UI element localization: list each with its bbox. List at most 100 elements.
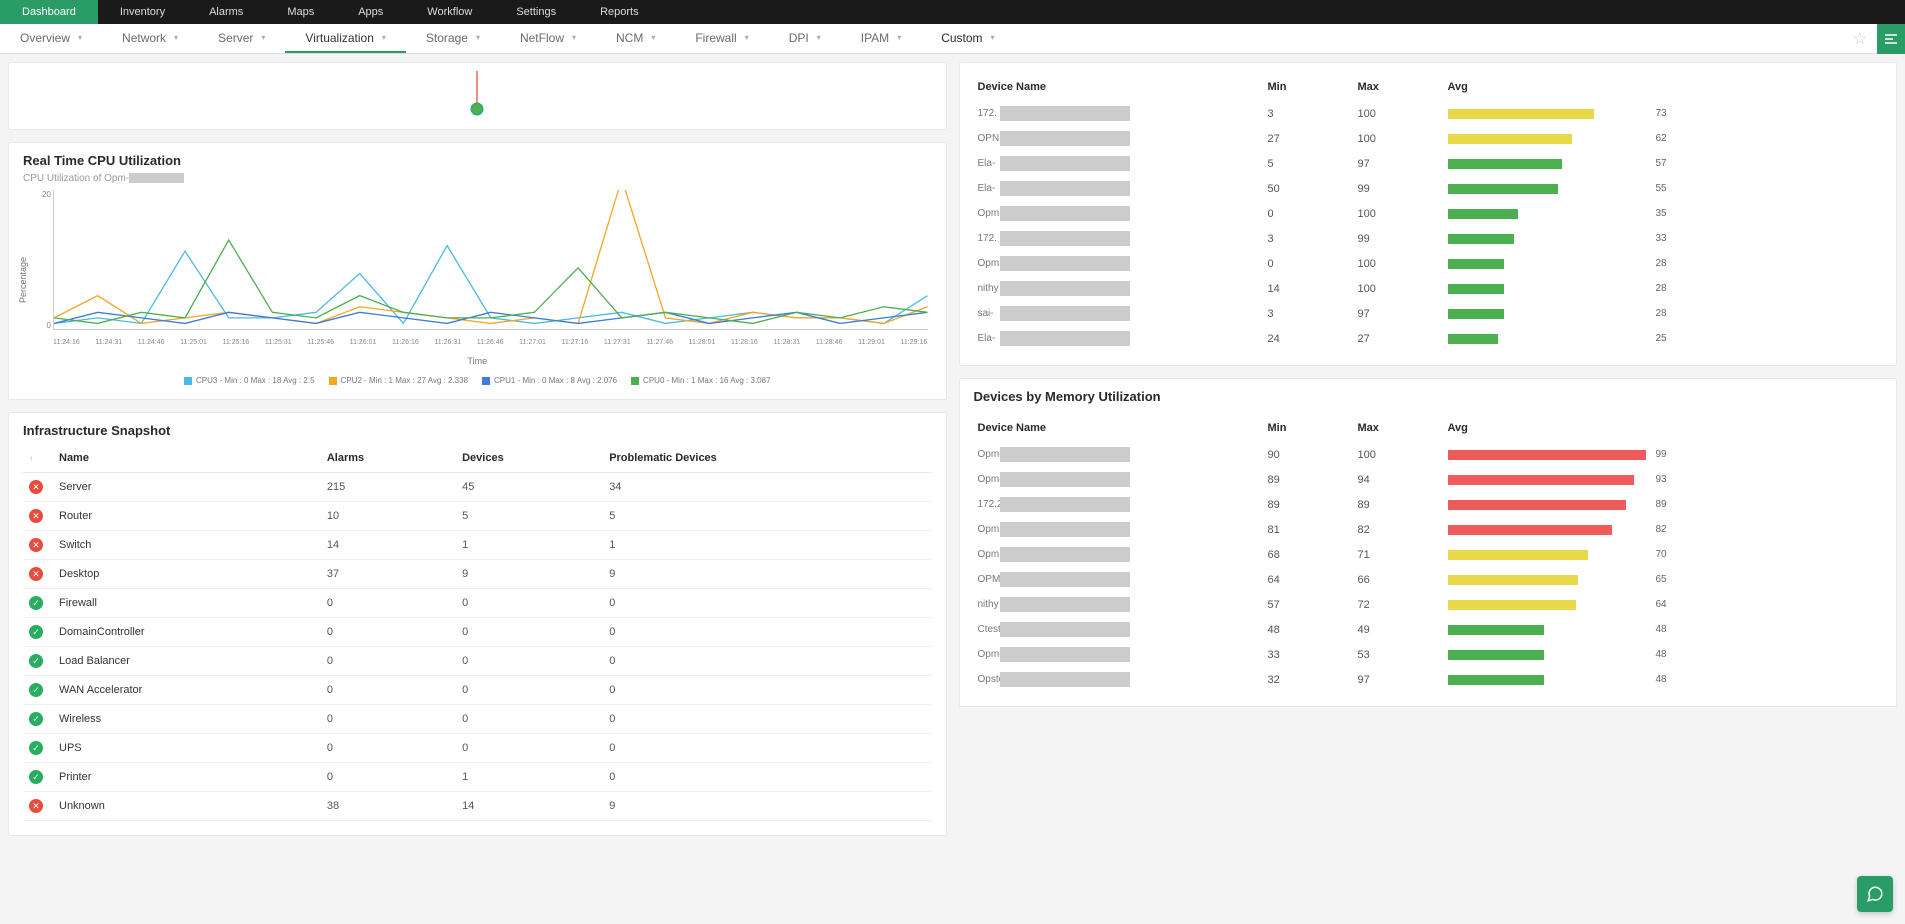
chevron-down-icon: ▾ — [78, 33, 82, 42]
table-row[interactable]: Ela-509955 — [974, 176, 1883, 201]
panel-toggle-button[interactable] — [1877, 24, 1905, 54]
chevron-down-icon: ▾ — [174, 33, 178, 42]
redacted-device-name — [1000, 547, 1130, 562]
status-up-icon: ✓ — [29, 654, 43, 668]
chevron-down-icon: ▾ — [382, 33, 386, 42]
topnav-inventory[interactable]: Inventory — [98, 0, 187, 24]
table-row[interactable]: ✓Firewall000 — [23, 589, 932, 618]
subnav-server[interactable]: Server▾ — [198, 24, 285, 53]
mem-util-table: Device NameMinMaxAvg Opm-9010099Opm-8994… — [974, 414, 1883, 692]
table-row[interactable]: nithy577264 — [974, 592, 1883, 617]
table-row[interactable]: 172.39933 — [974, 226, 1883, 251]
redacted-device-name — [1000, 156, 1130, 171]
util-header[interactable]: Device Name — [974, 73, 1264, 101]
favorite-icon[interactable]: ☆ — [1843, 29, 1877, 49]
redacted-device-name — [1000, 622, 1130, 637]
topnav-reports[interactable]: Reports — [578, 0, 661, 24]
table-row[interactable]: ✓Wireless000 — [23, 705, 932, 734]
redacted-device-name — [1000, 256, 1130, 271]
top-nav: DashboardInventoryAlarmsMapsAppsWorkflow… — [0, 0, 1905, 24]
topnav-maps[interactable]: Maps — [265, 0, 336, 24]
table-row[interactable]: 172.2898989 — [974, 492, 1883, 517]
infra-header[interactable]: Alarms — [321, 444, 456, 473]
redacted-device-name — [1000, 447, 1130, 462]
subnav-firewall[interactable]: Firewall▾ — [675, 24, 768, 53]
redacted-device-name — [1000, 106, 1130, 121]
table-row[interactable]: OPM646665 — [974, 567, 1883, 592]
redacted-device-name — [1000, 647, 1130, 662]
table-row[interactable]: Opm-335348 — [974, 642, 1883, 667]
util-header[interactable]: Avg — [1444, 73, 1883, 101]
subnav-overview[interactable]: Overview▾ — [0, 24, 102, 53]
redacted-device-name — [1000, 472, 1130, 487]
chevron-down-icon: ▾ — [261, 33, 265, 42]
util-header[interactable]: Device Name — [974, 414, 1264, 442]
cpu-chart-panel: Real Time CPU Utilization CPU Utilizatio… — [8, 142, 947, 400]
table-row[interactable]: Opstc329748 — [974, 667, 1883, 692]
redacted-device-name — [1000, 231, 1130, 246]
cpu-util-panel: Device NameMinMaxAvg 172.310073OPN271006… — [959, 62, 1898, 366]
chevron-down-icon: ▾ — [745, 33, 749, 42]
chevron-down-icon: ▾ — [476, 33, 480, 42]
subnav-netflow[interactable]: NetFlow▾ — [500, 24, 596, 53]
table-row[interactable]: ✕Server2154534 — [23, 473, 932, 502]
table-row[interactable]: Ctest484948 — [974, 617, 1883, 642]
topnav-workflow[interactable]: Workflow — [405, 0, 494, 24]
mem-util-title: Devices by Memory Utilization — [974, 389, 1883, 404]
table-row[interactable]: ✕Switch1411 — [23, 531, 932, 560]
status-up-icon: ✓ — [29, 596, 43, 610]
table-row[interactable]: 172.310073 — [974, 101, 1883, 126]
util-header[interactable]: Avg — [1444, 414, 1883, 442]
table-row[interactable]: ✓Printer010 — [23, 763, 932, 792]
topnav-alarms[interactable]: Alarms — [187, 0, 265, 24]
table-row[interactable]: Ela-59757 — [974, 151, 1883, 176]
redacted-device-name — [1000, 181, 1130, 196]
table-row[interactable]: ✕Unknown38149 — [23, 792, 932, 821]
util-header[interactable]: Min — [1264, 73, 1354, 101]
status-down-icon: ✕ — [29, 538, 43, 552]
util-header[interactable]: Max — [1354, 73, 1444, 101]
table-row[interactable]: ✓UPS000 — [23, 734, 932, 763]
subnav-custom[interactable]: Custom▾ — [921, 24, 1014, 53]
chevron-down-icon: ▾ — [897, 33, 901, 42]
table-row[interactable]: ✕Desktop3799 — [23, 560, 932, 589]
util-header[interactable]: Min — [1264, 414, 1354, 442]
subnav-network[interactable]: Network▾ — [102, 24, 198, 53]
table-row[interactable]: nithy1410028 — [974, 276, 1883, 301]
subnav-ncm[interactable]: NCM▾ — [596, 24, 675, 53]
infra-header[interactable]: Devices — [456, 444, 603, 473]
topnav-apps[interactable]: Apps — [336, 0, 405, 24]
chevron-down-icon: ▾ — [572, 33, 576, 42]
table-row[interactable]: ✓Load Balancer000 — [23, 647, 932, 676]
table-row[interactable]: OPN2710062 — [974, 126, 1883, 151]
table-row[interactable]: Ela-242725 — [974, 326, 1883, 351]
infra-header[interactable]: Name — [53, 444, 321, 473]
table-row[interactable]: Opm010028 — [974, 251, 1883, 276]
chart-legend: CPU3 - Min : 0 Max : 18 Avg : 2.5CPU2 - … — [23, 376, 932, 385]
chat-button[interactable] — [1857, 876, 1893, 912]
topnav-settings[interactable]: Settings — [494, 0, 578, 24]
sub-nav: Overview▾Network▾Server▾Virtualization▾S… — [0, 24, 1905, 54]
table-row[interactable]: Opm-899493 — [974, 467, 1883, 492]
table-row[interactable]: ✓DomainController000 — [23, 618, 932, 647]
redacted-device-name — [1000, 572, 1130, 587]
topnav-dashboard[interactable]: Dashboard — [0, 0, 98, 24]
table-row[interactable]: Opm-9010099 — [974, 442, 1883, 467]
infra-header[interactable]: Problematic Devices — [603, 444, 931, 473]
table-row[interactable]: sai-39728 — [974, 301, 1883, 326]
table-row[interactable]: Opm818282 — [974, 517, 1883, 542]
subnav-dpi[interactable]: DPI▾ — [769, 24, 841, 53]
status-down-icon: ✕ — [29, 567, 43, 581]
subnav-virtualization[interactable]: Virtualization▾ — [285, 24, 406, 53]
redacted-device-name — [1000, 597, 1130, 612]
cpu-chart: Percentage 020 11:24:1611:24:3111:24:461… — [23, 190, 932, 370]
util-header[interactable]: Max — [1354, 414, 1444, 442]
table-row[interactable]: ✓WAN Accelerator000 — [23, 676, 932, 705]
subnav-storage[interactable]: Storage▾ — [406, 24, 500, 53]
subnav-ipam[interactable]: IPAM▾ — [841, 24, 921, 53]
table-row[interactable]: Opm687170 — [974, 542, 1883, 567]
table-row[interactable]: Opm010035 — [974, 201, 1883, 226]
status-up-icon: ✓ — [29, 741, 43, 755]
status-down-icon: ✕ — [29, 799, 43, 813]
table-row[interactable]: ✕Router1055 — [23, 502, 932, 531]
